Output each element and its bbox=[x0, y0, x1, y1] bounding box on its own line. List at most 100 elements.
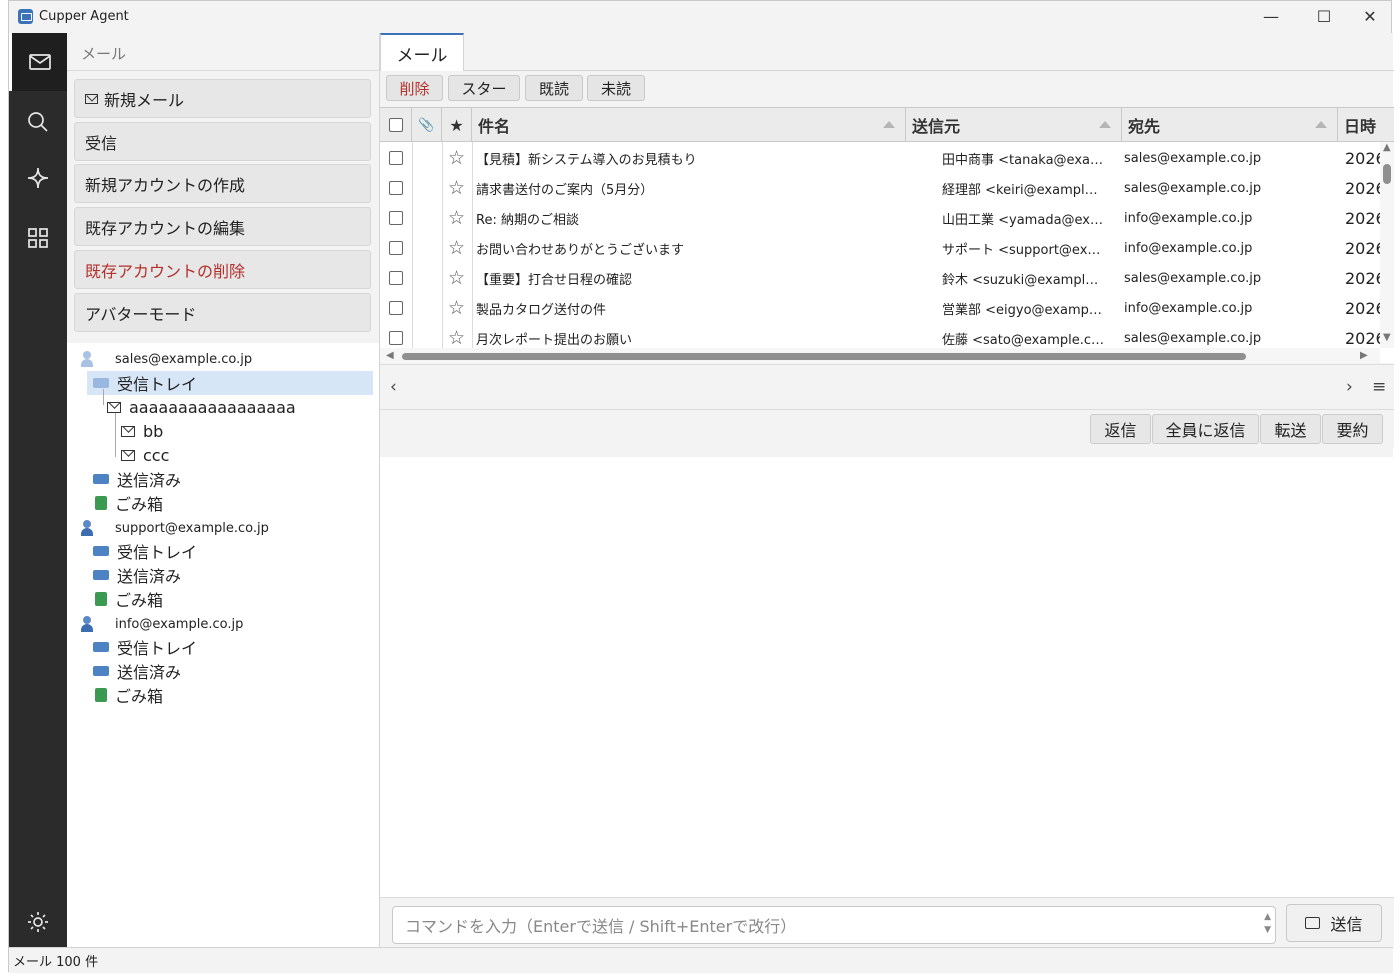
summary-button[interactable]: 要約 bbox=[1322, 414, 1383, 444]
grid-icon[interactable] bbox=[9, 209, 67, 267]
row-checkbox[interactable] bbox=[389, 263, 403, 293]
reply-button[interactable]: 返信 bbox=[1090, 414, 1151, 444]
row-subject: お問い合わせありがとうございます bbox=[476, 242, 685, 258]
account-icon bbox=[81, 351, 93, 367]
settings-icon[interactable] bbox=[9, 893, 67, 951]
folder-tree: sales@example.co.jp 受信トレイ aaaaaaaaaaaaaa… bbox=[67, 343, 379, 947]
mark-read-button[interactable]: 既読 bbox=[525, 75, 583, 101]
prev-page-icon[interactable]: ‹ bbox=[390, 377, 397, 397]
folder-label: 送信済み bbox=[117, 567, 182, 586]
menu-icon[interactable]: ≡ bbox=[1372, 377, 1386, 397]
horizontal-scroll-thumb[interactable] bbox=[402, 353, 1246, 360]
folder-sent-info[interactable]: 送信済み bbox=[93, 659, 181, 683]
mark-unread-button[interactable]: 未読 bbox=[587, 75, 645, 101]
reply-all-button[interactable]: 全員に返信 bbox=[1152, 414, 1259, 444]
subject-column-header[interactable]: 件名 bbox=[472, 108, 906, 142]
scroll-up-icon[interactable]: ▲ bbox=[1383, 142, 1391, 153]
star-icon[interactable]: ☆ bbox=[448, 203, 465, 233]
nav-rail bbox=[9, 33, 67, 947]
select-all-checkbox[interactable] bbox=[380, 108, 412, 142]
sort-arrow-icon bbox=[1315, 121, 1327, 128]
folder-label: bb bbox=[143, 421, 164, 441]
star-icon[interactable]: ☆ bbox=[448, 263, 465, 293]
row-checkbox[interactable] bbox=[389, 233, 403, 263]
inbox-icon bbox=[93, 642, 109, 652]
row-checkbox[interactable] bbox=[389, 203, 403, 233]
tabbar-line bbox=[464, 70, 1394, 71]
close-button[interactable]: ✕ bbox=[1347, 5, 1393, 29]
receive-button[interactable]: 受信 bbox=[74, 122, 371, 161]
attachment-column-header[interactable]: 📎 bbox=[412, 108, 442, 142]
star-icon[interactable]: ☆ bbox=[448, 173, 465, 203]
sparkle-icon[interactable] bbox=[9, 149, 67, 207]
table-row[interactable]: ☆ 請求書送付のご案内（5月分） 経理部 <keiri@exampl… sale… bbox=[380, 173, 1386, 203]
folder-trash-sales[interactable]: ごみ箱 bbox=[95, 491, 163, 515]
table-row[interactable]: ☆ Re: 納期のご相談 山田工業 <yamada@ex… info@examp… bbox=[380, 203, 1386, 233]
folder-trash-support[interactable]: ごみ箱 bbox=[95, 587, 163, 611]
folder-aaaa[interactable]: aaaaaaaaaaaaaaaaa bbox=[107, 395, 296, 419]
folder-bb[interactable]: bb bbox=[121, 419, 163, 443]
table-row[interactable]: ☆ 【見積】新システム導入のお見積もり 田中商事 <tanaka@exa… sa… bbox=[380, 143, 1386, 173]
vertical-scroll-thumb[interactable] bbox=[1383, 164, 1391, 184]
mail-icon[interactable] bbox=[9, 33, 67, 91]
table-row[interactable]: ☆ 製品カタログ送付の件 営業部 <eigyo@examp… info@exam… bbox=[380, 293, 1386, 323]
row-checkbox[interactable] bbox=[389, 173, 403, 203]
scroll-down-icon[interactable]: ▼ bbox=[1383, 332, 1391, 343]
table-row[interactable]: ☆ お問い合わせありがとうございます サポート <support@ex… inf… bbox=[380, 233, 1386, 263]
folder-label: ごみ箱 bbox=[115, 687, 164, 706]
tab-mail[interactable]: メール bbox=[380, 33, 464, 71]
edit-account-button[interactable]: 既存アカウントの編集 bbox=[74, 207, 371, 246]
row-to: sales@example.co.jp bbox=[1124, 270, 1262, 286]
new-mail-button[interactable]: 新規メール bbox=[74, 79, 371, 118]
sort-arrow-icon bbox=[1099, 121, 1111, 128]
delete-account-button[interactable]: 既存アカウントの削除 bbox=[74, 250, 371, 289]
title-bar: Cupper Agent — ☐ ✕ bbox=[9, 1, 1391, 33]
folder-ccc[interactable]: ccc bbox=[121, 443, 169, 467]
folder-trash-info[interactable]: ごみ箱 bbox=[95, 683, 163, 707]
row-subject: 請求書送付のご案内（5月分） bbox=[476, 182, 654, 198]
account-info[interactable]: info@example.co.jp bbox=[81, 612, 243, 636]
row-checkbox[interactable] bbox=[389, 143, 403, 173]
inbox-icon bbox=[93, 546, 109, 556]
sidebar-header: メール bbox=[81, 45, 127, 63]
star-column-header[interactable]: ★ bbox=[442, 108, 472, 142]
minimize-button[interactable]: — bbox=[1248, 5, 1294, 29]
folder-inbox-info[interactable]: 受信トレイ bbox=[93, 635, 197, 659]
spinner-arrows-icon[interactable]: ▲ ▼ bbox=[1264, 911, 1271, 937]
table-row[interactable]: ☆ 【重要】打合せ日程の確認 鈴木 <suzuki@exampl… sales@… bbox=[380, 263, 1386, 293]
folder-sent-sales[interactable]: 送信済み bbox=[93, 467, 181, 491]
search-icon[interactable] bbox=[9, 93, 67, 151]
status-bar: メール 100 件 bbox=[9, 947, 1393, 973]
delete-button[interactable]: 削除 bbox=[386, 75, 443, 101]
folder-label: 受信トレイ bbox=[117, 375, 198, 394]
create-account-button[interactable]: 新規アカウントの作成 bbox=[74, 164, 371, 203]
scroll-right-icon[interactable]: ▶ bbox=[1360, 350, 1368, 361]
row-checkbox[interactable] bbox=[389, 293, 403, 323]
command-input[interactable]: コマンドを入力（Enterで送信 / Shift+Enterで改行） ▲ ▼ bbox=[392, 906, 1276, 944]
star-icon[interactable]: ☆ bbox=[448, 143, 465, 173]
date-column-header[interactable]: 日時 bbox=[1338, 108, 1394, 142]
account-sales[interactable]: sales@example.co.jp bbox=[81, 347, 252, 371]
star-button[interactable]: スター bbox=[448, 75, 520, 101]
row-to: info@example.co.jp bbox=[1124, 300, 1253, 316]
message-action-bar: 返信 全員に返信 転送 要約 bbox=[380, 409, 1394, 447]
horizontal-scrollbar[interactable]: ◀ ▶ bbox=[380, 348, 1380, 363]
account-support[interactable]: support@example.co.jp bbox=[81, 516, 269, 540]
folder-inbox-sales[interactable]: 受信トレイ bbox=[87, 371, 373, 395]
next-page-icon[interactable]: › bbox=[1346, 377, 1353, 397]
folder-sent-support[interactable]: 送信済み bbox=[93, 563, 181, 587]
star-icon[interactable]: ☆ bbox=[448, 233, 465, 263]
inbox-icon bbox=[93, 378, 109, 388]
row-subject: 製品カタログ送付の件 bbox=[476, 302, 607, 318]
star-icon[interactable]: ☆ bbox=[448, 293, 465, 323]
from-column-header[interactable]: 送信元 bbox=[906, 108, 1122, 142]
send-button[interactable]: 送信 bbox=[1286, 904, 1382, 942]
scroll-left-icon[interactable]: ◀ bbox=[386, 350, 394, 361]
to-column-header[interactable]: 宛先 bbox=[1122, 108, 1338, 142]
vertical-scrollbar[interactable]: ▲ ▼ bbox=[1380, 142, 1394, 348]
forward-button[interactable]: 転送 bbox=[1260, 414, 1321, 444]
command-placeholder: コマンドを入力（Enterで送信 / Shift+Enterで改行） bbox=[405, 917, 797, 936]
maximize-button[interactable]: ☐ bbox=[1301, 5, 1347, 29]
folder-inbox-support[interactable]: 受信トレイ bbox=[93, 539, 197, 563]
avatar-mode-button[interactable]: アバターモード bbox=[74, 293, 371, 332]
